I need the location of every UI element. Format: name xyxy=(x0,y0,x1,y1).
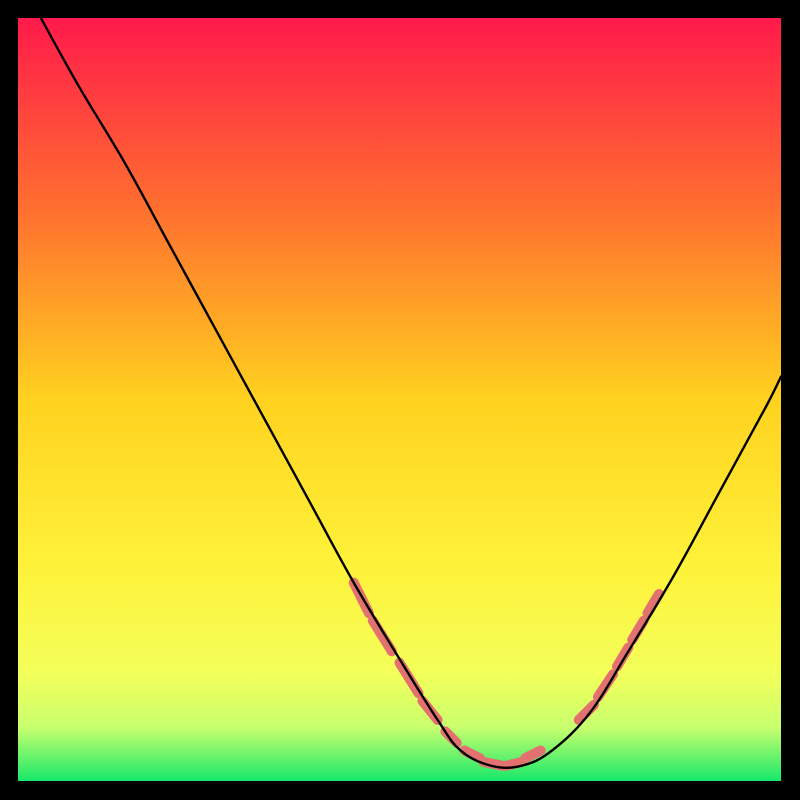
chart-canvas xyxy=(18,18,781,781)
chart-frame: TheBottleneck.com xyxy=(18,18,781,781)
highlight-dash xyxy=(525,750,540,758)
